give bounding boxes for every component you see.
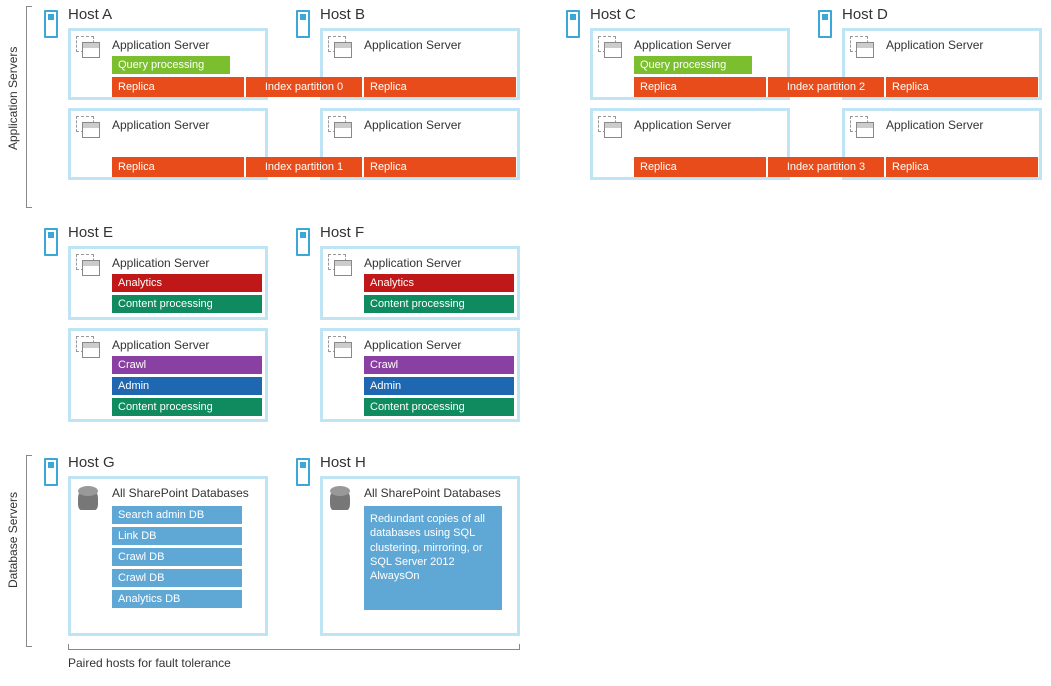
host-label-h: Host H	[320, 454, 366, 471]
db-analytics: Analytics DB	[112, 590, 242, 608]
app-server-title: Application Server	[634, 118, 731, 132]
replica-d2: Replica	[886, 157, 1038, 177]
index-partition-2: Index partition 2	[768, 77, 884, 97]
db-redundant-note: Redundant copies of all databases using …	[364, 506, 502, 610]
component-content: Content processing	[364, 295, 514, 313]
db-search-admin: Search admin DB	[112, 506, 242, 524]
server-icon	[44, 228, 58, 256]
server-icon	[566, 10, 580, 38]
server-icon	[818, 10, 832, 38]
vm-icon	[328, 336, 354, 360]
db-title: All SharePoint Databases	[112, 486, 249, 500]
vm-icon	[850, 36, 876, 60]
section-bracket-db	[26, 455, 32, 647]
replica-b2: Replica	[364, 157, 516, 177]
host-label-f: Host F	[320, 224, 364, 241]
server-icon	[44, 10, 58, 38]
component-content: Content processing	[112, 295, 262, 313]
host-label-g: Host G	[68, 454, 115, 471]
app-server-title: Application Server	[112, 338, 209, 352]
db-crawl1: Crawl DB	[112, 548, 242, 566]
bottom-bracket	[68, 644, 520, 650]
replica-c2: Replica	[634, 157, 766, 177]
replica-b1: Replica	[364, 77, 516, 97]
app-server-title: Application Server	[634, 38, 731, 52]
component-crawl: Crawl	[364, 356, 514, 374]
app-server-title: Application Server	[364, 118, 461, 132]
caption: Paired hosts for fault tolerance	[68, 656, 231, 670]
component-analytics: Analytics	[364, 274, 514, 292]
vm-icon	[76, 116, 102, 140]
app-server-title: Application Server	[112, 38, 209, 52]
component-query: Query processing	[634, 56, 752, 74]
vm-icon	[76, 254, 102, 278]
database-icon	[330, 486, 350, 512]
server-icon	[296, 10, 310, 38]
component-analytics: Analytics	[112, 274, 262, 292]
app-server-title: Application Server	[112, 118, 209, 132]
db-crawl2: Crawl DB	[112, 569, 242, 587]
vm-icon	[850, 116, 876, 140]
replica-d1: Replica	[886, 77, 1038, 97]
vm-icon	[328, 254, 354, 278]
server-icon	[296, 458, 310, 486]
component-admin: Admin	[112, 377, 262, 395]
component-query: Query processing	[112, 56, 230, 74]
index-partition-0: Index partition 0	[246, 77, 362, 97]
component-content: Content processing	[112, 398, 262, 416]
app-server-title: Application Server	[364, 338, 461, 352]
host-label-e: Host E	[68, 224, 113, 241]
replica-a2: Replica	[112, 157, 244, 177]
host-label-c: Host C	[590, 6, 636, 23]
component-admin: Admin	[364, 377, 514, 395]
section-bracket-app	[26, 6, 32, 208]
index-partition-1: Index partition 1	[246, 157, 362, 177]
app-server-title: Application Server	[112, 256, 209, 270]
vm-icon	[76, 336, 102, 360]
app-server-title: Application Server	[364, 38, 461, 52]
vm-icon	[328, 36, 354, 60]
app-server-title: Application Server	[886, 38, 983, 52]
replica-c1: Replica	[634, 77, 766, 97]
db-link: Link DB	[112, 527, 242, 545]
database-icon	[78, 486, 98, 512]
replica-a1: Replica	[112, 77, 244, 97]
component-crawl: Crawl	[112, 356, 262, 374]
server-icon	[44, 458, 58, 486]
vm-icon	[76, 36, 102, 60]
index-partition-3: Index partition 3	[768, 157, 884, 177]
host-label-a: Host A	[68, 6, 112, 23]
vm-icon	[328, 116, 354, 140]
host-label-d: Host D	[842, 6, 888, 23]
host-label-b: Host B	[320, 6, 365, 23]
app-server-title: Application Server	[886, 118, 983, 132]
vm-icon	[598, 116, 624, 140]
section-label-db: Database Servers	[6, 468, 20, 588]
component-content: Content processing	[364, 398, 514, 416]
vm-icon	[598, 36, 624, 60]
section-label-app: Application Servers	[6, 20, 20, 150]
server-icon	[296, 228, 310, 256]
db-title: All SharePoint Databases	[364, 486, 501, 500]
app-server-title: Application Server	[364, 256, 461, 270]
